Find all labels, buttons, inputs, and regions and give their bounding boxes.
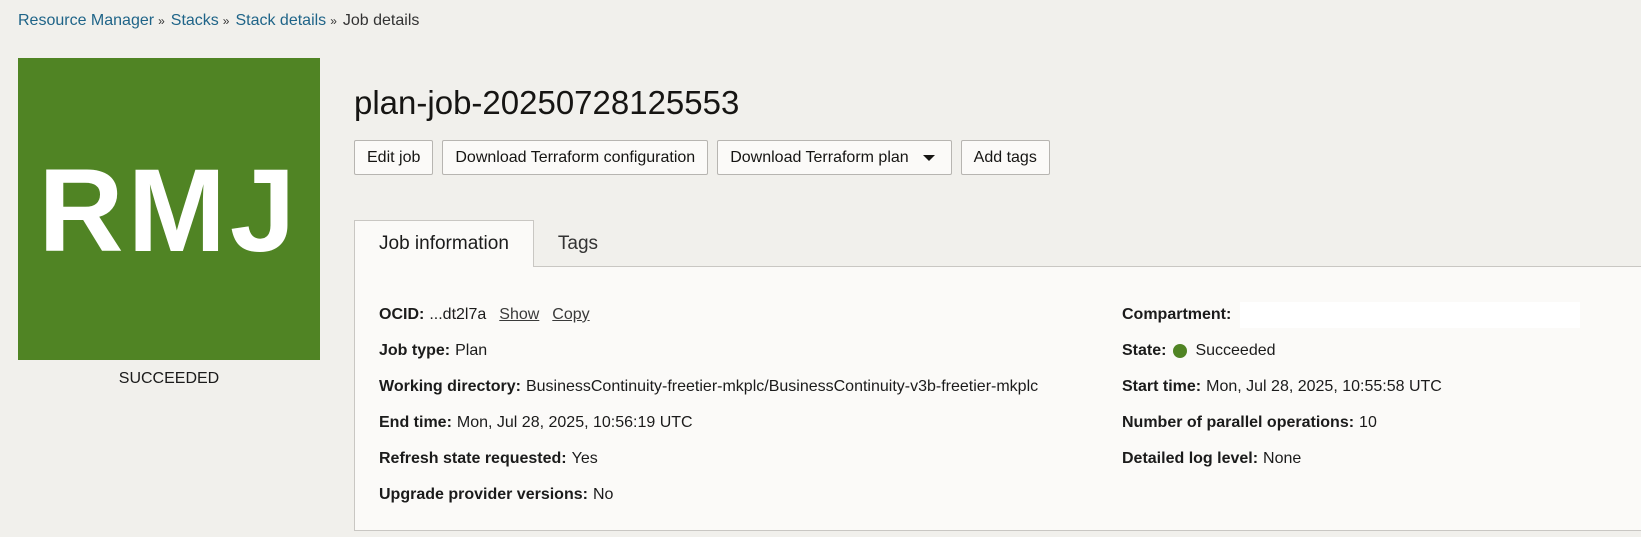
tab-bar: Job information Tags: [354, 220, 622, 267]
refresh-state-value: Yes: [571, 450, 598, 467]
end-time-row: End time: Mon, Jul 28, 2025, 10:56:19 UT…: [379, 405, 1038, 441]
parallel-operations-label: Number of parallel operations:: [1122, 414, 1355, 431]
tab-job-information[interactable]: Job information: [354, 220, 534, 267]
state-row: State: Succeeded: [1122, 333, 1580, 369]
parallel-operations-row: Number of parallel operations: 10: [1122, 405, 1580, 441]
state-label: State:: [1122, 342, 1167, 359]
breadcrumb-separator: »: [330, 14, 337, 28]
job-logo-tile: RMJ: [18, 58, 320, 360]
start-time-row: Start time: Mon, Jul 28, 2025, 10:55:58 …: [1122, 369, 1580, 405]
log-level-value: None: [1263, 450, 1302, 467]
upgrade-provider-label: Upgrade provider versions:: [379, 486, 588, 503]
download-terraform-config-button[interactable]: Download Terraform configuration: [442, 140, 709, 175]
parallel-operations-value: 10: [1359, 414, 1377, 431]
breadcrumb-current: Job details: [342, 12, 420, 29]
refresh-state-row: Refresh state requested: Yes: [379, 441, 1038, 477]
tab-tags[interactable]: Tags: [534, 221, 622, 267]
working-directory-label: Working directory:: [379, 378, 521, 395]
breadcrumb-separator: »: [222, 14, 230, 28]
action-bar: Edit job Download Terraform configuratio…: [354, 140, 1050, 175]
download-terraform-plan-button[interactable]: Download Terraform plan: [717, 140, 952, 175]
status-label: SUCCEEDED: [118, 370, 220, 387]
job-information-panel: OCID: ...dt2l7a Show Copy Job type: Plan…: [354, 266, 1641, 531]
breadcrumb-stack-details[interactable]: Stack details: [235, 12, 326, 30]
job-type-value: Plan: [455, 342, 488, 359]
job-logo-text: RMJ: [38, 145, 300, 277]
breadcrumb: Resource Manager » Stacks » Stack detail…: [18, 12, 419, 30]
upgrade-provider-row: Upgrade provider versions: No: [379, 477, 1038, 513]
job-type-row: Job type: Plan: [379, 333, 1038, 369]
breadcrumb-stacks[interactable]: Stacks: [171, 12, 219, 30]
breadcrumb-resource-manager[interactable]: Resource Manager: [18, 12, 154, 30]
end-time-value: Mon, Jul 28, 2025, 10:56:19 UTC: [456, 414, 693, 431]
compartment-value: [1240, 302, 1581, 328]
add-tags-button[interactable]: Add tags: [960, 140, 1050, 175]
state-value: Succeeded: [1195, 342, 1276, 359]
upgrade-provider-value: No: [592, 486, 614, 503]
start-time-value: Mon, Jul 28, 2025, 10:55:58 UTC: [1206, 378, 1442, 395]
log-level-row: Detailed log level: None: [1122, 441, 1580, 477]
status-dot-icon: [1173, 344, 1188, 358]
compartment-label: Compartment:: [1122, 306, 1232, 323]
refresh-state-label: Refresh state requested:: [379, 450, 567, 467]
edit-job-button[interactable]: Edit job: [354, 140, 434, 175]
info-column-left: OCID: ...dt2l7a Show Copy Job type: Plan…: [379, 297, 1038, 513]
log-level-label: Detailed log level:: [1122, 450, 1259, 467]
job-type-label: Job type:: [379, 342, 451, 359]
working-directory-value: BusinessContinuity-freetier-mkplc/Busine…: [525, 378, 1039, 395]
ocid-label: OCID:: [379, 306, 425, 323]
ocid-value: ...dt2l7a: [429, 306, 487, 323]
download-terraform-plan-label: Download Terraform plan: [730, 148, 909, 166]
breadcrumb-separator: »: [158, 14, 165, 28]
end-time-label: End time:: [379, 414, 452, 431]
start-time-label: Start time:: [1122, 378, 1202, 395]
ocid-show-link[interactable]: Show: [499, 306, 539, 324]
working-directory-row: Working directory: BusinessContinuity-fr…: [379, 369, 1038, 405]
page-title: plan-job-20250728125553: [354, 84, 740, 122]
info-column-right: Compartment: State: Succeeded Start time…: [1122, 297, 1581, 477]
compartment-row: Compartment:: [1122, 297, 1581, 333]
ocid-copy-link[interactable]: Copy: [552, 306, 589, 324]
chevron-down-icon: [922, 154, 935, 161]
ocid-row: OCID: ...dt2l7a Show Copy: [379, 297, 1038, 333]
